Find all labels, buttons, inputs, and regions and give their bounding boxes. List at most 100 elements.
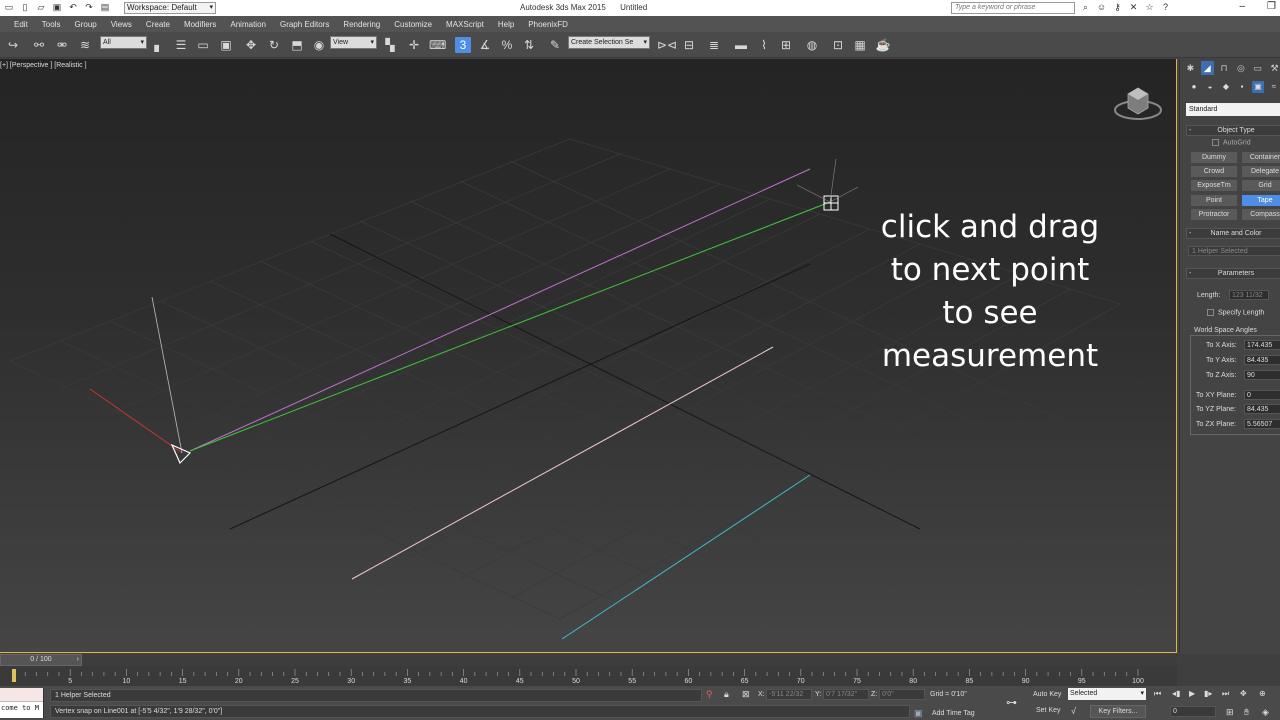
current-frame-field[interactable]: 0 <box>1170 706 1216 717</box>
spinner-snap-icon[interactable]: ⇅ <box>521 37 537 53</box>
angle-value[interactable]: 0 <box>1244 390 1280 400</box>
menu-group[interactable]: Group <box>74 20 96 29</box>
menu-tools[interactable]: Tools <box>42 20 61 29</box>
search-input[interactable]: Type a keyword or phrase <box>951 2 1075 14</box>
mirror-icon[interactable]: ⊳⊲ <box>657 37 677 53</box>
place-icon[interactable]: ◉ <box>311 37 327 53</box>
modify-tab-icon[interactable]: ◢ <box>1200 61 1214 75</box>
named-selection-sets-dropdown[interactable]: Create Selection Se ▾ <box>568 36 650 49</box>
selection-filter-dropdown[interactable]: All ▾ <box>100 36 147 49</box>
undo-arrow-icon[interactable]: ↪ <box>5 37 21 53</box>
menu-modifiers[interactable]: Modifiers <box>184 20 216 29</box>
point-button[interactable]: Point <box>1191 195 1237 206</box>
y-coordinate-field[interactable]: 0'7 17/32" <box>823 689 869 700</box>
reference-coordinate-dropdown[interactable]: View ▾ <box>330 36 377 49</box>
perspective-viewport[interactable]: [+] [Perspective ] [Realistic ] click an… <box>0 59 1177 653</box>
menu-edit[interactable]: Edit <box>14 20 28 29</box>
delegate-button[interactable]: Delegate <box>1242 166 1280 177</box>
zoom-extents-icon[interactable]: ✥ <box>1240 689 1247 698</box>
cameras-icon[interactable]: ▪ <box>1236 81 1248 93</box>
compass-button[interactable]: Compass <box>1242 209 1280 220</box>
hierarchy-tab-icon[interactable]: ⊓ <box>1218 61 1231 75</box>
helper-category-dropdown[interactable]: Standard <box>1186 103 1280 116</box>
crowd-button[interactable]: Crowd <box>1191 166 1237 177</box>
select-and-link-icon[interactable]: ⚯ <box>31 37 47 53</box>
play-icon[interactable]: ▶ <box>1189 689 1195 698</box>
user-icon[interactable]: ☺ <box>1096 2 1107 13</box>
move-icon[interactable]: ✥ <box>243 37 259 53</box>
align-icon[interactable]: ⊟ <box>681 37 697 53</box>
track-bar[interactable]: 5 10 15 20 25 30 35 40 45 50 55 60 65 70 75 80 85 90 95 100 <box>0 666 1177 686</box>
edit-named-selections-icon[interactable]: ✎ <box>547 37 563 53</box>
snaps-toggle-icon[interactable]: 3 <box>455 37 471 53</box>
scale-icon[interactable]: ⬒ <box>289 37 305 53</box>
curve-key-icon[interactable]: √ <box>1071 706 1076 716</box>
viewport-label[interactable]: [+] [Perspective ] [Realistic ] <box>0 62 87 69</box>
absolute-mode-icon[interactable]: ⊠ <box>742 689 750 700</box>
help-icon[interactable]: ? <box>1160 2 1171 13</box>
key-filters-button[interactable]: Key Filters... <box>1090 705 1146 718</box>
time-configuration-icon[interactable]: ⊞ <box>1226 707 1234 718</box>
window-crossing-icon[interactable]: ▣ <box>218 37 234 53</box>
previous-frame-icon[interactable]: ◂▮ <box>1172 689 1180 698</box>
autogrid-checkbox[interactable]: AutoGrid <box>1212 139 1251 146</box>
exposetm-button[interactable]: ExposeTm <box>1191 180 1237 191</box>
field-of-view-icon[interactable]: ⊕ <box>1259 689 1266 698</box>
rectangular-selection-icon[interactable]: ▭ <box>195 37 211 53</box>
menu-maxscript[interactable]: MAXScript <box>446 20 484 29</box>
maxscript-output[interactable] <box>0 688 43 702</box>
utilities-tab-icon[interactable]: ⚒ <box>1268 61 1280 75</box>
spacewarps-icon[interactable]: ≈ <box>1268 81 1280 93</box>
selection-lock-icon[interactable]: 🔒︎ <box>724 689 729 700</box>
workspace-dropdown[interactable]: Workspace: Default ▾ <box>124 2 216 14</box>
parameters-rollout[interactable]: - Parameters <box>1186 268 1280 279</box>
object-name-field[interactable]: 1 Helper Selected <box>1188 246 1280 256</box>
object-type-rollout[interactable]: - Object Type <box>1186 125 1280 136</box>
motion-tab-icon[interactable]: ◎ <box>1234 61 1247 75</box>
menu-customize[interactable]: Customize <box>394 20 432 29</box>
star-icon[interactable]: ☆ <box>1144 2 1155 13</box>
render-production-icon[interactable]: ☕ <box>875 37 891 53</box>
schematic-view-icon[interactable]: ⊞ <box>778 37 794 53</box>
menu-phoenixfd[interactable]: PhoenixFD <box>528 20 568 29</box>
protractor-button[interactable]: Protractor <box>1191 209 1237 220</box>
bind-space-warp-icon[interactable]: ≋ <box>77 37 93 53</box>
rendered-frame-window-icon[interactable]: ▦ <box>852 37 868 53</box>
menu-rendering[interactable]: Rendering <box>343 20 380 29</box>
x-coordinate-field[interactable]: -5'11 22/32 <box>766 689 812 700</box>
angle-snap-icon[interactable]: ∡ <box>477 37 493 53</box>
rotate-icon[interactable]: ↻ <box>266 37 282 53</box>
exchange-icon[interactable]: ✕ <box>1128 2 1139 13</box>
time-marker[interactable] <box>12 669 16 682</box>
name-and-color-rollout[interactable]: - Name and Color <box>1186 228 1280 239</box>
angle-value[interactable]: 174.435 <box>1244 340 1280 350</box>
select-object-icon[interactable]: ▖ <box>151 37 167 53</box>
select-by-name-icon[interactable]: ☰ <box>173 37 189 53</box>
helpers-icon[interactable]: ▣ <box>1252 81 1264 93</box>
angle-value[interactable]: 90 <box>1244 370 1280 380</box>
key-mode-icon[interactable]: ⊶ <box>1006 696 1017 709</box>
new-file-icon[interactable]: ▯ <box>20 2 30 13</box>
viewcube-icon[interactable] <box>1113 82 1163 122</box>
orbit-icon[interactable]: ◈ <box>1262 707 1269 718</box>
lights-icon[interactable]: ◆ <box>1220 81 1232 93</box>
minimize-icon[interactable]: – <box>1239 1 1245 12</box>
go-to-end-icon[interactable]: ⏭ <box>1222 689 1229 699</box>
redo-icon[interactable]: ↷ <box>84 2 94 13</box>
tape-button[interactable]: Tape <box>1242 195 1280 206</box>
restore-icon[interactable]: ❐ <box>1267 1 1276 12</box>
ribbon-icon[interactable]: ▬ <box>733 37 749 53</box>
time-tag-icon[interactable]: ▣ <box>914 708 923 719</box>
auto-key-button[interactable]: Auto Key <box>1033 691 1061 698</box>
grid-button[interactable]: Grid <box>1242 180 1280 191</box>
angle-value[interactable]: 5.56507 <box>1244 419 1280 429</box>
menu-create[interactable]: Create <box>146 20 170 29</box>
isolate-selection-icon[interactable]: ⚲ <box>706 689 713 700</box>
app-menu-icon[interactable]: ▭ <box>4 2 14 13</box>
create-tab-icon[interactable]: ✱ <box>1184 61 1197 75</box>
set-key-button[interactable]: Set Key <box>1036 707 1061 714</box>
percent-snap-icon[interactable]: % <box>499 37 515 53</box>
angle-value[interactable]: 84.435 <box>1244 404 1280 414</box>
angle-value[interactable]: 84.435 <box>1244 355 1280 365</box>
key-icon[interactable]: ⚷ <box>1112 2 1123 13</box>
